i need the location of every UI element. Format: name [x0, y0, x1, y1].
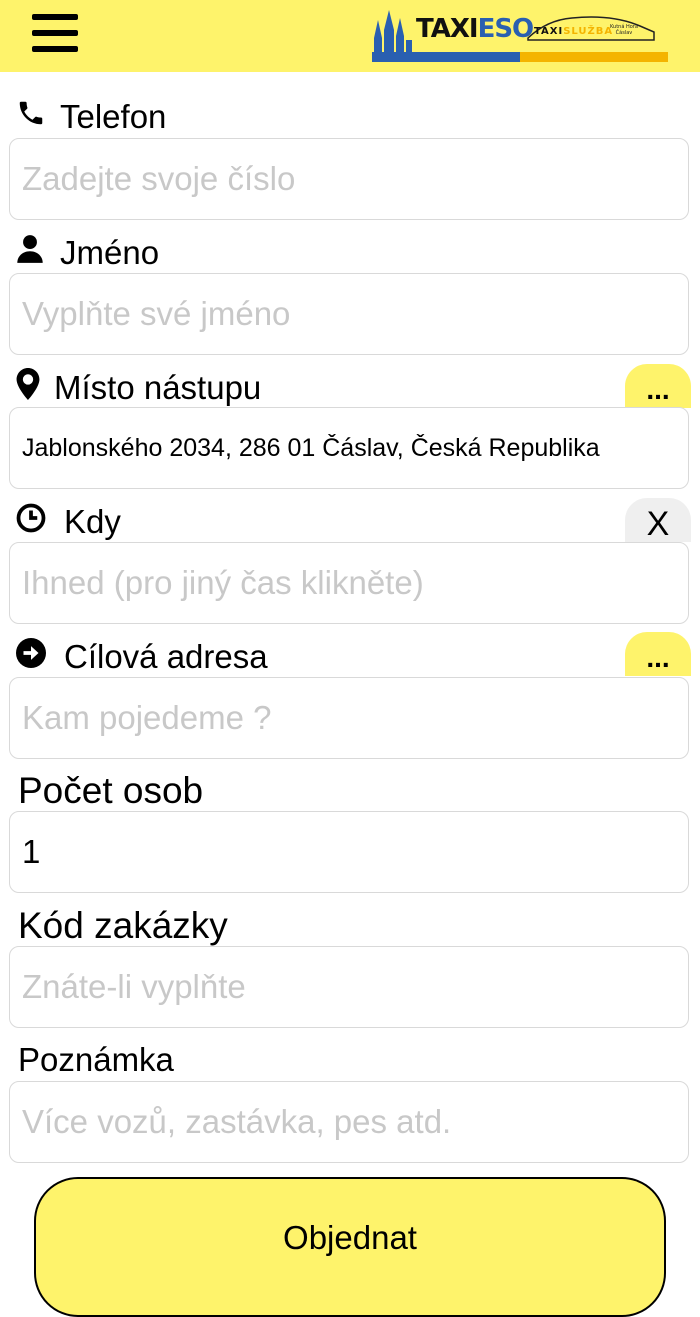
destination-input[interactable]	[9, 677, 689, 759]
when-clear-button[interactable]: X	[625, 498, 691, 543]
logo-sluzba-text: TAXISLUŽBA	[534, 26, 614, 37]
hamburger-menu-icon[interactable]	[32, 14, 78, 52]
note-label: Poznámka	[18, 1041, 174, 1078]
logo-eso-text: TAXIESO	[416, 14, 534, 44]
phone-icon	[16, 98, 46, 136]
name-label: Jméno	[16, 234, 159, 272]
when-label: Kdy	[16, 503, 121, 541]
when-input[interactable]	[9, 542, 689, 624]
phone-input[interactable]	[9, 138, 689, 220]
phone-label: Telefon	[16, 98, 166, 136]
pickup-label: Místo nástupu	[16, 368, 261, 408]
arrow-circle-right-icon	[16, 638, 46, 676]
map-marker-icon	[16, 368, 40, 408]
destination-more-button[interactable]: ...	[625, 632, 691, 676]
name-input[interactable]	[9, 273, 689, 355]
pickup-input[interactable]	[9, 407, 689, 489]
logo-town-text: Kutná Hora Čáslav	[610, 24, 638, 36]
clock-icon	[16, 503, 46, 541]
order-code-input[interactable]	[9, 946, 689, 1028]
note-input[interactable]	[9, 1081, 689, 1163]
pickup-more-button[interactable]: ...	[625, 364, 691, 408]
order-code-label: Kód zakázky	[18, 905, 228, 946]
user-icon	[16, 234, 44, 272]
order-button[interactable]: Objednat	[34, 1177, 666, 1317]
taxi-eso-logo: TAXIESO TAXISLUŽBA Kutná Hora Čáslav	[372, 8, 672, 66]
passengers-label: Počet osob	[18, 770, 204, 811]
order-button-label: Objednat	[283, 1219, 417, 1256]
destination-label: Cílová adresa	[16, 638, 268, 676]
passengers-input[interactable]	[9, 811, 689, 893]
top-bar: TAXIESO TAXISLUŽBA Kutná Hora Čáslav	[0, 0, 700, 72]
